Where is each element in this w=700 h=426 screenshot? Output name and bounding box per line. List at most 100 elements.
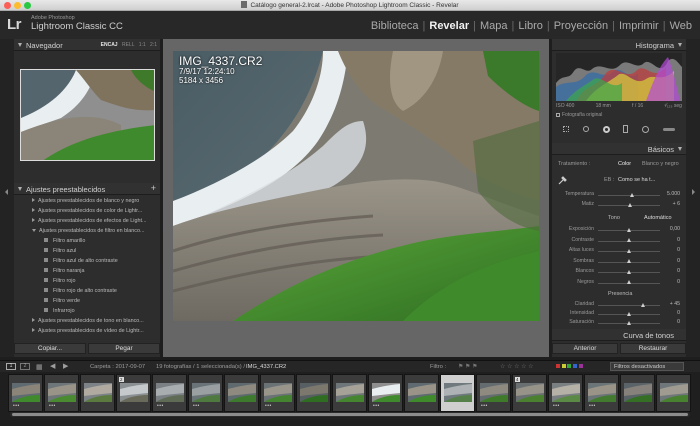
tone-curve-header[interactable]: Curva de tonos — [552, 329, 686, 341]
filmstrip-thumbnail[interactable] — [656, 374, 691, 412]
filmstrip-thumbnail[interactable]: ••• — [260, 374, 295, 412]
slider-value[interactable]: + 45 — [662, 301, 680, 307]
preset-item[interactable]: Filtro rojo de alto contraste — [14, 288, 154, 298]
filmstrip-thumbnail[interactable] — [224, 374, 259, 412]
slider-value[interactable]: 0 — [662, 258, 680, 264]
slider-track[interactable] — [598, 305, 660, 306]
back-arrow-icon[interactable]: ◀ — [50, 362, 55, 370]
filmstrip-thumbnail[interactable]: ••• — [548, 374, 583, 412]
slider-presence-0[interactable]: Claridad + 45 — [558, 301, 680, 309]
filmstrip-thumbnail[interactable]: ••• — [152, 374, 187, 412]
preset-group[interactable]: Ajustes preestablecidos de vídeo de Ligh… — [14, 328, 154, 338]
slider-tone-1[interactable]: Contraste 0 — [558, 237, 681, 245]
red-eye-icon[interactable] — [602, 125, 610, 133]
slider-knob[interactable] — [627, 311, 631, 316]
white-balance-picker-icon[interactable] — [558, 175, 568, 185]
filmstrip-thumbnail[interactable]: 2 — [116, 374, 151, 412]
preset-group[interactable]: Ajustes preestablecidos de blanco y negr… — [14, 198, 154, 208]
filmstrip-thumbnail[interactable] — [80, 374, 115, 412]
slider-value[interactable]: 0 — [662, 247, 680, 253]
module-proyeccion[interactable]: Proyección — [550, 20, 612, 32]
slider-tone-5[interactable]: Negros 0 — [558, 279, 680, 287]
crop-tool-icon[interactable] — [562, 126, 569, 132]
filmstrip-thumbnail[interactable] — [440, 374, 475, 412]
filmstrip-thumbnail[interactable]: ••• — [8, 374, 43, 412]
treatment-color[interactable]: Color — [618, 161, 631, 167]
filmstrip-scroll-thumb[interactable] — [12, 413, 688, 416]
reset-button[interactable]: Restaurar — [620, 343, 686, 354]
flag-filter-icons[interactable]: ⚑ ⚑ ⚑ — [458, 363, 477, 370]
adjustment-brush-icon[interactable] — [663, 127, 676, 131]
slider-value[interactable]: 0 — [662, 279, 680, 285]
slider-value[interactable]: 0 — [662, 268, 680, 274]
filmstrip-thumbnail[interactable]: ••• — [368, 374, 403, 412]
slider-knob[interactable] — [628, 202, 633, 207]
slider-knob[interactable] — [627, 227, 631, 232]
grid-icon[interactable]: ▦ — [36, 363, 43, 371]
slider-wb-1[interactable]: Matiz + 6 — [558, 201, 680, 209]
module-web[interactable]: Web — [666, 20, 696, 32]
histogram-graph[interactable] — [556, 53, 682, 101]
slider-value[interactable]: 0 — [662, 237, 680, 243]
preset-item[interactable]: Filtro verde — [14, 298, 154, 308]
paste-settings-button[interactable]: Pegar — [88, 343, 160, 354]
preset-item[interactable]: Infrarrojo — [14, 308, 154, 318]
auto-tone-button[interactable]: Automático — [644, 215, 672, 221]
page-2-button[interactable]: 2 — [20, 363, 30, 370]
module-revelar[interactable]: Revelar — [425, 20, 473, 32]
graduated-filter-icon[interactable] — [623, 125, 629, 133]
presets-header[interactable]: Ajustes preestablecidos + — [14, 183, 160, 195]
basics-header[interactable]: Básicos — [552, 143, 686, 155]
slider-knob[interactable] — [627, 238, 631, 242]
preset-group[interactable]: Ajustes preestablecidos de efectos de Li… — [14, 218, 154, 228]
zoom-fit[interactable]: ENCAJ — [101, 42, 118, 48]
main-photo[interactable]: IMG_4337.CR2 7/9/17 12:24:10 5184 x 3456 — [173, 51, 539, 321]
left-panel-toggle[interactable] — [0, 39, 14, 357]
preset-item[interactable]: Filtro azul de alto contraste — [14, 258, 154, 268]
slider-value[interactable]: 0 — [662, 310, 680, 316]
filmstrip-thumbnail[interactable] — [620, 374, 655, 412]
forward-arrow-icon[interactable]: ▶ — [63, 362, 68, 370]
slider-value[interactable]: + 6 — [662, 201, 680, 207]
navigator-header[interactable]: Navegador ENCAJ RELL 1:1 2:1 — [14, 39, 160, 51]
previous-button[interactable]: Anterior — [552, 343, 618, 354]
slider-knob[interactable] — [627, 259, 631, 263]
slider-knob[interactable] — [640, 302, 645, 307]
module-libro[interactable]: Libro — [514, 20, 546, 32]
module-mapa[interactable]: Mapa — [476, 20, 512, 32]
slider-knob[interactable] — [627, 248, 631, 253]
preset-item[interactable]: Filtro rojo — [14, 278, 154, 288]
filmstrip-thumbnail[interactable] — [332, 374, 367, 412]
slider-tone-0[interactable]: Exposición 0,00 — [558, 226, 680, 234]
current-photo[interactable]: IMG_4337.CR2 — [246, 364, 286, 370]
filmstrip-thumbnail[interactable]: ••• — [188, 374, 223, 412]
filmstrip-thumbnail[interactable] — [404, 374, 439, 412]
treatment-bw[interactable]: Blanco y negro — [642, 161, 679, 167]
color-filter-icons[interactable] — [556, 364, 583, 370]
preset-item[interactable]: Filtro amarillo — [14, 238, 154, 248]
filmstrip-thumbnail[interactable] — [296, 374, 331, 412]
add-preset-button[interactable]: + — [151, 183, 156, 193]
slider-value[interactable]: 0,00 — [662, 226, 680, 232]
slider-tone-3[interactable]: Sombras 0 — [558, 258, 680, 266]
slider-knob[interactable] — [627, 269, 631, 274]
zoom-fill[interactable]: RELL — [122, 42, 134, 48]
preset-group[interactable]: Ajustes preestablecidos de color de Ligh… — [14, 208, 154, 218]
folder-label[interactable]: Carpeta : 2017-09-07 — [90, 364, 145, 370]
slider-value[interactable]: 0 — [662, 319, 680, 325]
slider-knob[interactable] — [627, 320, 631, 325]
histogram-header[interactable]: Histograma — [552, 39, 686, 51]
preset-item[interactable]: Filtro azul — [14, 248, 154, 258]
preset-group-open[interactable]: Ajustes preestablecidos de filtro en bla… — [14, 228, 154, 238]
slider-tone-4[interactable]: Blancos 0 — [558, 268, 680, 276]
filter-dropdown[interactable]: Filtros desactivados — [610, 362, 684, 371]
module-biblioteca[interactable]: Biblioteca — [367, 20, 423, 32]
slider-value[interactable]: 5.000 — [662, 191, 680, 197]
star-filter-icons[interactable]: ☆ ☆ ☆ ☆ ☆ — [500, 363, 534, 370]
preset-group[interactable]: Ajustes preestablecidos de tono en blanc… — [14, 318, 154, 328]
slider-knob[interactable] — [627, 280, 631, 284]
page-1-button[interactable]: 1 — [6, 363, 16, 370]
slider-presence-2[interactable]: Saturación 0 — [558, 319, 680, 327]
filmstrip-thumbnail[interactable]: ••• — [44, 374, 79, 412]
wb-dropdown[interactable]: Como se ha t... — [618, 177, 655, 183]
